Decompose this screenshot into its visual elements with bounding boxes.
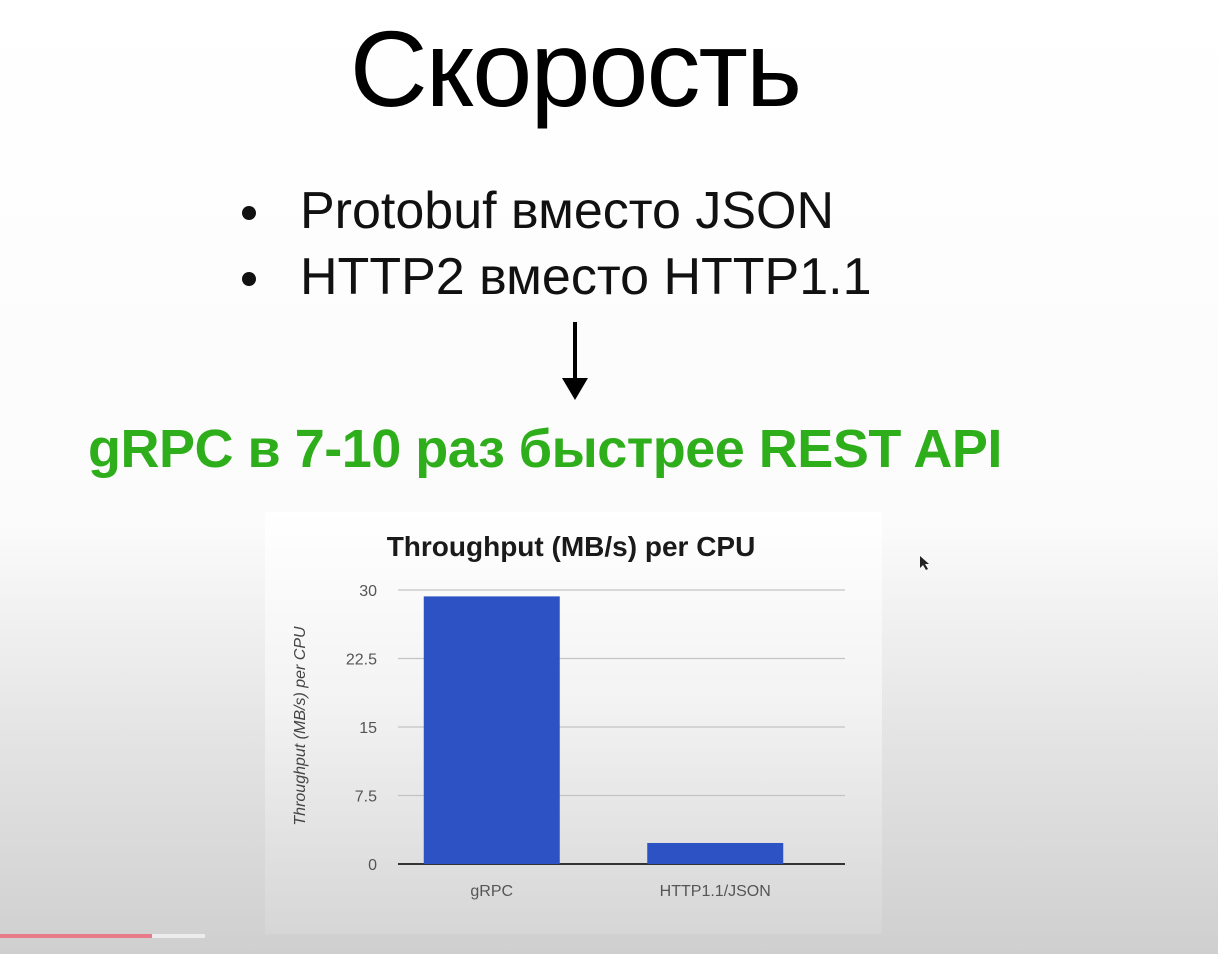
bullet-dot-icon	[242, 206, 256, 220]
y-tick-label: 7.5	[355, 789, 377, 806]
y-tick-label: 0	[368, 857, 377, 874]
mouse-cursor-icon	[920, 556, 930, 570]
headline: gRPC в 7-10 раз быстрее REST API	[88, 419, 1002, 479]
y-axis-label: Throughput (MB/s) per CPU	[292, 626, 309, 826]
bullet-text: Protobuf вместо JSON	[300, 182, 835, 240]
bullet-dot-icon	[242, 272, 256, 286]
bullet-item: HTTP2 вместо HTTP1.1	[236, 244, 872, 310]
bullet-list: Protobuf вместо JSON HTTP2 вместо HTTP1.…	[236, 178, 872, 310]
bullet-text: HTTP2 вместо HTTP1.1	[300, 248, 872, 306]
chart: Throughput (MB/s) per CPU 30 22.5 15 7.5 0 g…	[265, 512, 882, 934]
x-tick-label: gRPC	[470, 883, 513, 900]
x-tick-label: HTTP1.1/JSON	[660, 883, 771, 900]
y-tick-label: 15	[359, 720, 377, 737]
y-tick-label: 30	[359, 583, 377, 600]
video-progress-bar[interactable]	[0, 934, 205, 938]
y-tick-label: 22.5	[346, 652, 377, 669]
chart-title: Throughput (MB/s) per CPU	[387, 531, 756, 562]
bullet-item: Protobuf вместо JSON	[236, 178, 872, 244]
video-progress-fill	[0, 934, 152, 938]
arrow-down-icon	[560, 322, 590, 402]
slide-title: Скорость	[349, 8, 802, 129]
bar	[423, 596, 560, 864]
chart-svg: Throughput (MB/s) per CPU 30 22.5 15 7.5 0 g…	[292, 531, 845, 900]
bar	[647, 842, 784, 864]
